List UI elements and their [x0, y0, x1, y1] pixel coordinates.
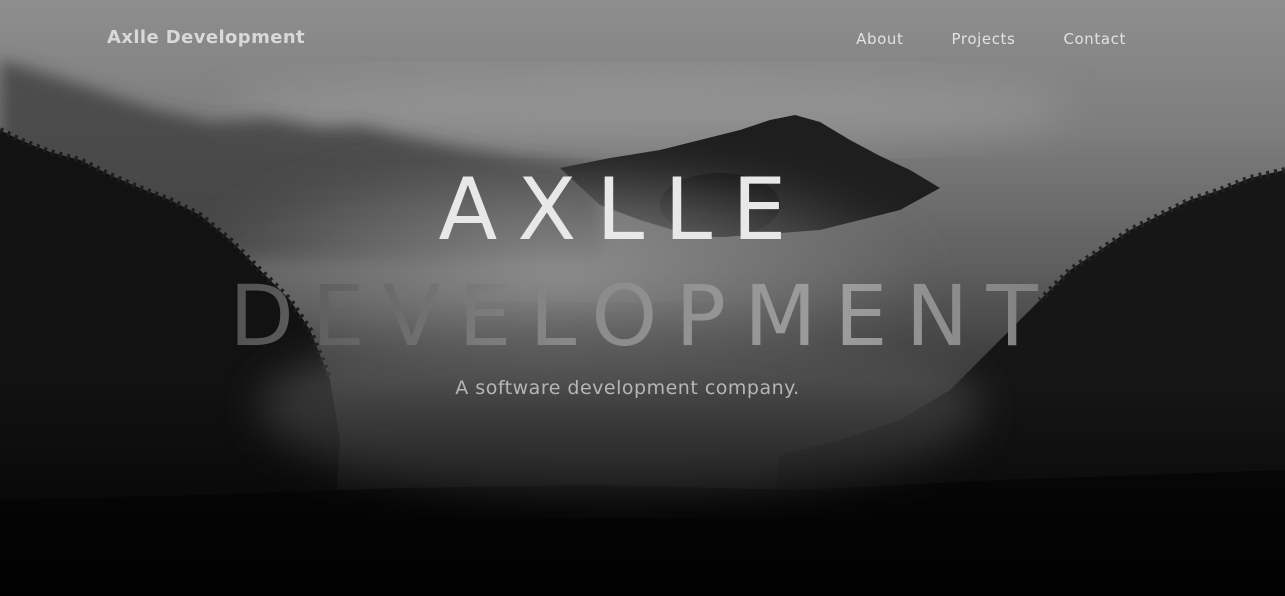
brand-logo-link[interactable]: Axlle Development — [107, 27, 305, 48]
nav-link-contact[interactable]: Contact — [1063, 30, 1126, 48]
nav-link-projects[interactable]: Projects — [952, 30, 1016, 48]
hero-subtitle: A software development company. — [455, 377, 800, 399]
nav-link-about[interactable]: About — [856, 30, 903, 48]
hero-section: Axlle Development About Projects Contact… — [0, 0, 1285, 596]
hero-title-line-2: DEVELOPMENT — [0, 266, 1285, 366]
hero-title-line-1: AXLLE — [438, 160, 807, 260]
top-navigation: Axlle Development About Projects Contact — [0, 0, 1285, 78]
nav-links: About Projects Contact — [856, 30, 1126, 48]
